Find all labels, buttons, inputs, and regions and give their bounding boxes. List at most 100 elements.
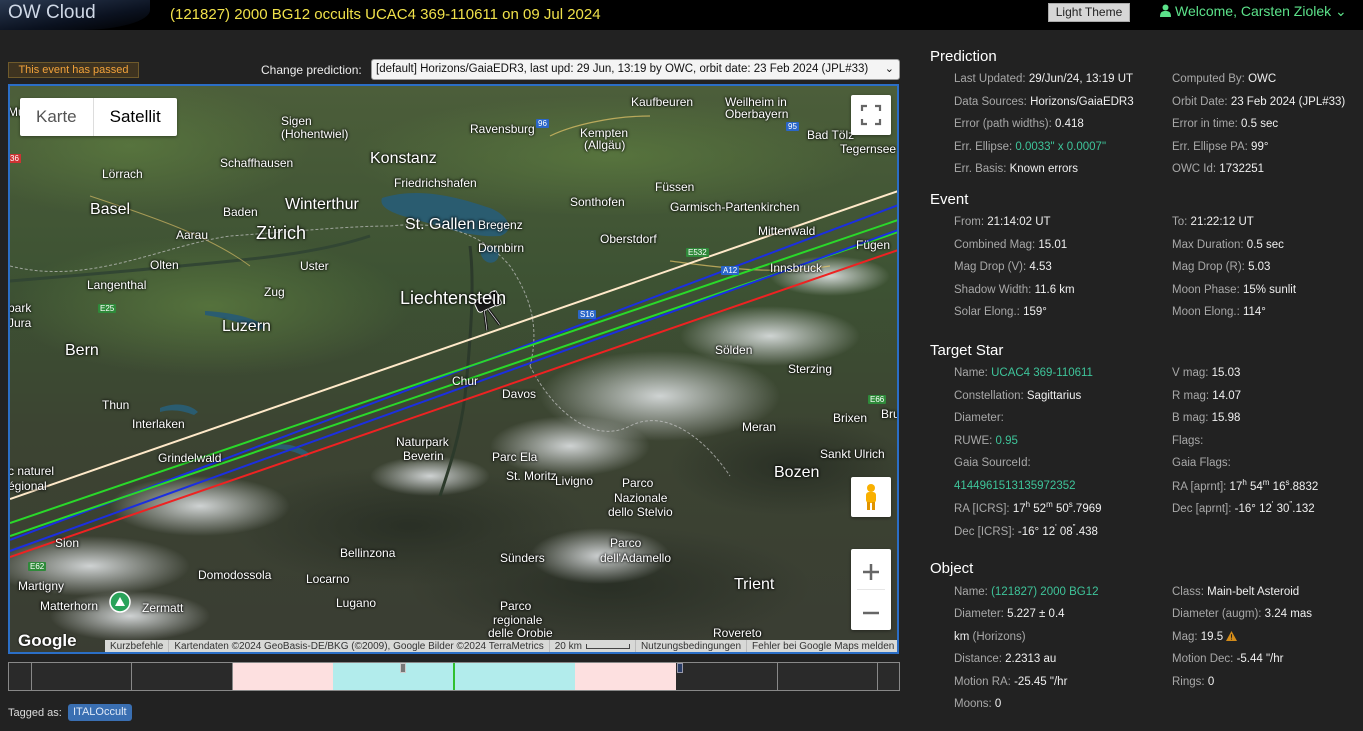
map-label: dello Stelvio — [608, 505, 673, 519]
ra-aprnt-row: RA [aprnt]: 17h 54m 16s.8832 — [1172, 478, 1319, 493]
map-scale-bar — [585, 644, 630, 649]
fullscreen-button[interactable] — [851, 95, 891, 135]
minus-icon — [863, 611, 879, 615]
map-label: park — [8, 301, 32, 315]
timeline-end-handle[interactable] — [677, 663, 683, 673]
shadow-width-row: Shadow Width: 11.6 km — [954, 284, 1075, 296]
timeline-current-marker — [453, 663, 455, 690]
map-label: Interlaken — [132, 417, 185, 431]
map-label: Locarno — [306, 572, 350, 586]
gaia-source-label-row: Gaia SourceId: — [954, 457, 1031, 469]
map-label: Dornbirn — [478, 241, 525, 255]
map-label: Sölden — [715, 343, 753, 357]
gaia-source-row: 4144961513135972352 — [954, 480, 1076, 492]
ruwe-link[interactable]: 0.95 — [996, 435, 1018, 447]
motion-ra-row: Motion RA: -25.45 "/hr — [954, 676, 1068, 688]
prediction-select[interactable]: [default] Horizons/GaiaEDR3, last upd: 2… — [371, 59, 900, 80]
map-label: Parco — [610, 536, 642, 550]
map-label: Parco — [500, 599, 532, 613]
owc-id-row: OWC Id: 1732251 — [1172, 163, 1265, 175]
map-type-map-button[interactable]: Karte — [20, 98, 93, 136]
object-name-link[interactable]: (121827) 2000 BG12 — [991, 586, 1098, 598]
road-shield: 36 — [10, 154, 21, 163]
map-label: c naturel — [8, 464, 55, 478]
map-label: Basel — [90, 201, 131, 218]
chevron-down-icon: ⌄ — [884, 63, 894, 75]
rmag-row: R mag: 14.07 — [1172, 390, 1242, 402]
map-label: Martigny — [18, 579, 65, 593]
map-label: Friedrichshafen — [394, 176, 477, 190]
map-label: Garmisch-Partenkirchen — [670, 200, 800, 214]
map-label: dell'Adamello — [600, 551, 671, 565]
map-label: Grindelwald — [158, 451, 222, 465]
map-label: Livigno — [555, 474, 594, 488]
occultation-map[interactable]: Mulhausen Ravensburg Kaufbeuren Weilheim… — [8, 84, 899, 654]
gaia-source-link[interactable]: 4144961513135972352 — [954, 480, 1076, 492]
zoom-in-button[interactable] — [851, 549, 891, 589]
moon-phase-row: Moon Phase: 15% sunlit — [1172, 284, 1297, 296]
pegman-icon — [866, 484, 876, 510]
report-error-link[interactable]: Fehler bei Google Maps melden — [746, 640, 897, 652]
map-label: Bregenz — [478, 218, 523, 232]
map-label: Jura — [8, 316, 32, 330]
keyboard-shortcuts-link[interactable]: Kurzbefehle — [105, 640, 168, 652]
event-passed-badge: This event has passed — [8, 62, 139, 78]
map-label: Fügen — [856, 238, 891, 252]
terms-link[interactable]: Nutzungsbedingungen — [634, 640, 746, 652]
user-icon — [1160, 4, 1171, 17]
map-label: égional — [8, 479, 47, 493]
map-label: Schaffhausen — [220, 156, 294, 170]
map-label: regionale — [493, 613, 543, 627]
timeline-tick — [232, 663, 233, 690]
zoom-control — [851, 549, 891, 630]
app-logo[interactable]: OW Cloud — [0, 0, 150, 30]
street-view-button[interactable] — [851, 477, 891, 517]
map-label: Sigen — [281, 114, 312, 128]
map-label: Oberstdorf — [600, 232, 657, 246]
constellation-row: Constellation: Sagittarius — [954, 390, 1082, 402]
map-type-satellite-button[interactable]: Satellit — [94, 98, 177, 136]
map-label: Beverin — [403, 449, 444, 463]
ra-icrs-row: RA [ICRS]: 17h 52m 50s.7969 — [954, 500, 1102, 515]
app-logo-text: OW Cloud — [8, 2, 96, 23]
map-label: Brixen — [833, 411, 868, 425]
mag-drop-r-row: Mag Drop (R): 5.03 — [1172, 261, 1271, 273]
max-duration-row: Max Duration: 0.5 sec — [1172, 239, 1284, 251]
map-label: Parco — [622, 476, 654, 490]
err-ellipse-link[interactable]: 0.0033" x 0.0007" — [1015, 141, 1106, 153]
map-label: Füssen — [655, 180, 695, 194]
tag-chip-italoccult[interactable]: ITALOccult — [68, 704, 132, 721]
diameter-source-row: km (Horizons) — [954, 631, 1026, 643]
to-row: To: 21:22:12 UT — [1172, 216, 1254, 228]
map-label: Zürich — [256, 223, 307, 243]
map-label: Olten — [150, 258, 179, 272]
map-label: Sünders — [500, 551, 545, 565]
user-menu[interactable]: Welcome, Carsten Ziolek ⌄ — [1160, 3, 1347, 20]
welcome-text: Welcome, Carsten Ziolek — [1175, 3, 1332, 19]
map-label: Tegernsee — [840, 142, 897, 156]
map-scale-label: 20 km — [554, 641, 582, 652]
star-name-link[interactable]: UCAC4 369-110611 — [991, 367, 1093, 379]
orbit-date-row: Orbit Date: 23 Feb 2024 (JPL#33) — [1172, 96, 1346, 108]
map-label: delle Orobie — [488, 626, 553, 640]
prediction-select-value: [default] Horizons/GaiaEDR3, last upd: 2… — [376, 63, 869, 75]
map-label: Chur — [452, 374, 479, 388]
map-label: Lugano — [336, 596, 377, 610]
warning-icon — [1226, 631, 1238, 641]
plus-icon — [863, 564, 879, 580]
event-timeline[interactable] — [8, 662, 900, 691]
ruwe-row: RUWE: 0.95 — [954, 435, 1018, 447]
map-data-credit: Kartendaten ©2024 GeoBasis-DE/BKG (©2009… — [168, 640, 548, 652]
computed-by-row: Computed By: OWC — [1172, 73, 1277, 85]
map-scale: 20 km — [548, 640, 635, 652]
map-label: Oberbayern — [725, 107, 789, 121]
star-diameter-row: Diameter: — [954, 412, 1004, 424]
map-label: Bad Tölz — [807, 128, 855, 142]
timeline-start-handle[interactable] — [400, 663, 406, 673]
map-label: Thun — [102, 398, 130, 412]
object-name-row: Name: (121827) 2000 BG12 — [954, 586, 1099, 598]
light-theme-button[interactable]: Light Theme — [1048, 3, 1130, 22]
map-label: Winterthur — [285, 196, 359, 213]
map-label: Kaufbeuren — [631, 95, 694, 109]
zoom-out-button[interactable] — [851, 590, 891, 630]
